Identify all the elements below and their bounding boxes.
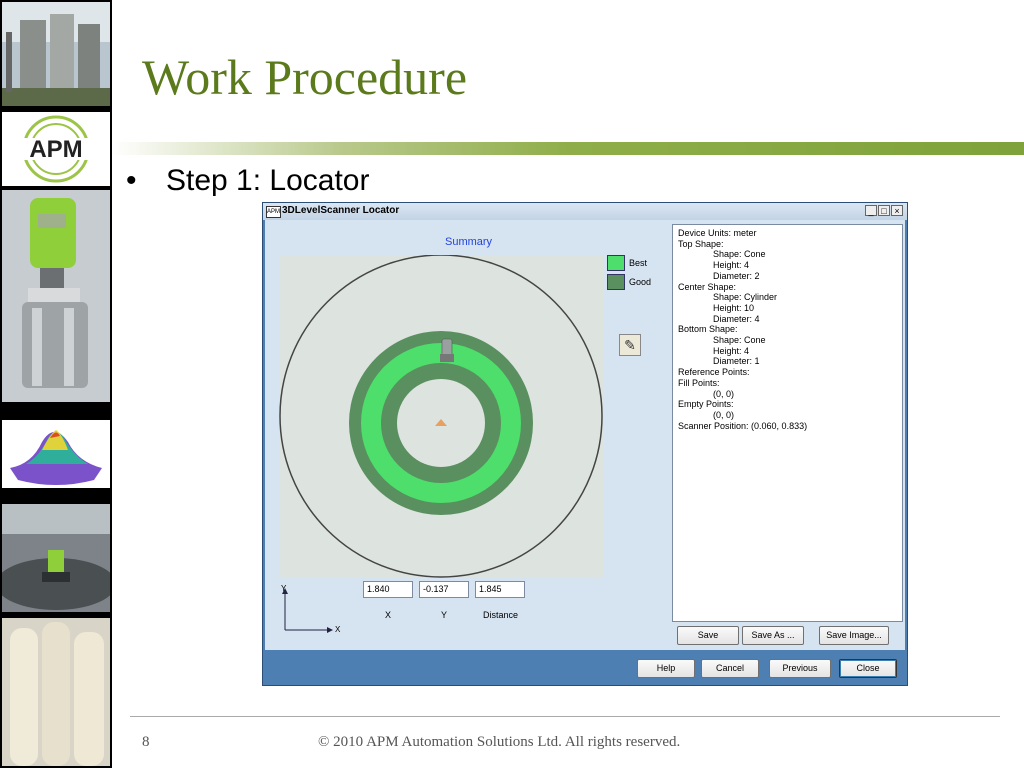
previous-button[interactable]: Previous: [769, 659, 831, 678]
window-body: Summary Best Good ✎ 1.840 -0.137 1.845 X: [265, 220, 905, 650]
maximize-button[interactable]: □: [878, 205, 890, 216]
info-line: (0, 0): [713, 388, 735, 399]
scanner-device-icon: [440, 338, 454, 362]
save-as-button[interactable]: Save As ...: [742, 626, 804, 645]
window-app-icon: APM: [266, 206, 281, 218]
distance-label: Distance: [483, 610, 519, 620]
ruler-icon[interactable]: ✎: [619, 334, 641, 356]
info-line: Reference Points:: [678, 367, 750, 378]
info-line: Diameter: 2: [713, 270, 760, 281]
window-titlebar: APM 3DLevelScanner Locator _ □ ×: [263, 203, 907, 220]
footer-divider: [130, 716, 1000, 717]
info-line: Bottom Shape:: [678, 324, 738, 335]
tank-interior-photo: [2, 504, 110, 612]
info-line: Diameter: 4: [713, 313, 760, 324]
legend-best-label: Best: [629, 258, 648, 268]
save-button[interactable]: Save: [677, 626, 739, 645]
legend-good-swatch: [607, 274, 625, 290]
y-label: Y: [441, 610, 448, 620]
summary-plot: [279, 254, 603, 578]
summary-plot-svg: [279, 254, 603, 578]
apm-logo: APM: [2, 112, 110, 186]
info-line: Diameter: 1: [713, 356, 760, 367]
copyright-text: © 2010 APM Automation Solutions Ltd. All…: [318, 734, 681, 750]
info-line: Center Shape:: [678, 281, 737, 292]
axis-y-label: Y: [281, 584, 287, 593]
title-underline-bar: [112, 142, 1024, 155]
info-line: (0, 0): [713, 409, 735, 420]
window-nav-bar: Help Cancel Previous Close: [263, 650, 907, 685]
silo-photo: [2, 2, 110, 106]
x-label: X: [385, 610, 392, 620]
info-line: Scanner Position: (0.060, 0.833): [678, 420, 808, 431]
x-value-field: 1.840: [363, 581, 413, 598]
info-line: Shape: Cone: [713, 249, 766, 260]
step-text: Step 1: Locator: [166, 164, 370, 197]
info-line: Height: 10: [713, 302, 755, 313]
save-image-button[interactable]: Save Image...: [819, 626, 889, 645]
y-value-field: -0.137: [419, 581, 469, 598]
info-line: Shape: Cone: [713, 335, 766, 345]
locator-window: APM 3DLevelScanner Locator _ □ × Summary…: [262, 202, 908, 686]
info-line: Fill Points:: [678, 377, 720, 388]
apm-logo-text: APM: [29, 136, 83, 163]
info-line: Empty Points:: [678, 399, 734, 410]
cancel-button[interactable]: Cancel: [701, 659, 759, 678]
legend-best-swatch: [607, 255, 625, 271]
close-button[interactable]: Close: [839, 659, 897, 678]
shape-info-panel: Device Units: meter Top Shape: Shape: Cone…: [672, 224, 903, 622]
3d-surface-plot-image: [2, 420, 110, 488]
window-title: 3DLevelScanner Locator: [282, 205, 400, 216]
info-line: Height: 4: [713, 345, 750, 356]
minimize-button[interactable]: _: [865, 205, 877, 216]
page-number: 8: [142, 734, 150, 750]
sidebar: APM: [0, 0, 112, 768]
info-line: Height: 4: [713, 260, 750, 271]
help-button[interactable]: Help: [637, 659, 695, 678]
info-line: Shape: Cylinder: [713, 292, 778, 303]
info-line: Device Units: meter: [678, 228, 757, 238]
slide-title: Work Procedure: [142, 49, 468, 105]
silos-photo: [2, 618, 110, 766]
summary-title: Summary: [445, 236, 493, 248]
window-close-button[interactable]: ×: [891, 205, 903, 216]
legend-good-label: Good: [629, 277, 652, 287]
distance-value-field: 1.845: [475, 581, 525, 598]
sensor-photo: [2, 190, 110, 402]
bullet-marker: •: [126, 164, 137, 197]
info-line: Top Shape:: [678, 238, 724, 249]
axis-x-label: X: [335, 625, 341, 634]
